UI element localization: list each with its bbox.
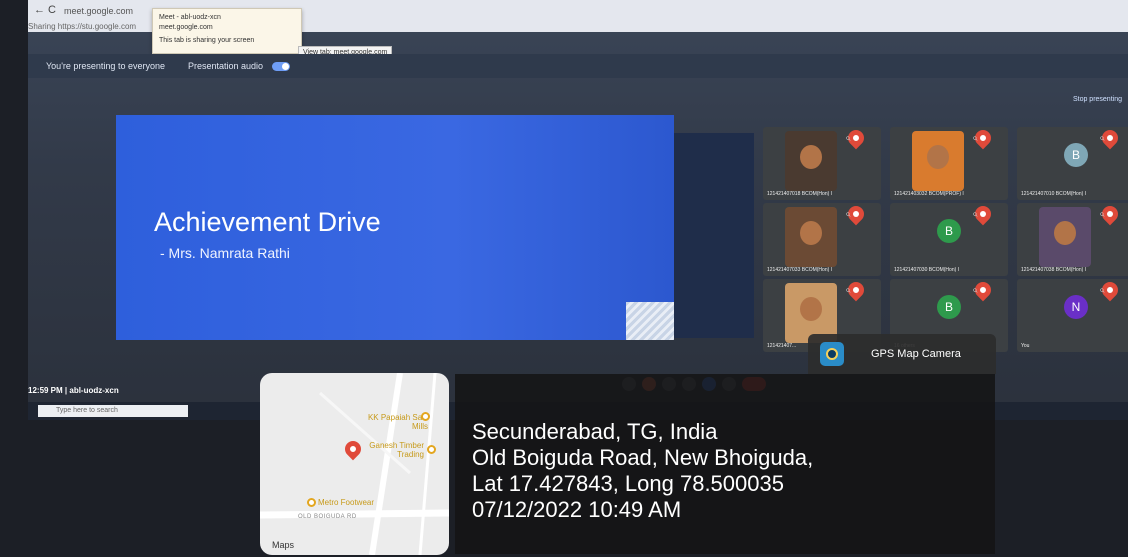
pin-icon[interactable]: ⚲: [1098, 203, 1122, 226]
participant-name: 121421407...: [767, 343, 797, 349]
participant-video: [785, 131, 837, 191]
slide-title: Achievement Drive: [154, 207, 381, 237]
stop-presenting-button[interactable]: Stop presenting: [1073, 96, 1122, 103]
participant-video: [1039, 207, 1091, 267]
poi-marker-icon: [307, 498, 316, 507]
participant-face: [800, 145, 822, 169]
map-roads: [260, 373, 449, 555]
participant-face: [800, 297, 822, 321]
presentation-bar: You're presenting to everyone Presentati…: [28, 54, 1128, 78]
map-road-label: OLD BOIGUDA RD: [298, 514, 357, 520]
slide-subtitle: - Mrs. Namrata Rathi: [160, 245, 290, 261]
location-datetime: 07/12/2022 10:49 AM: [472, 497, 682, 522]
popup-title: Meet - abl-uodz-xcn: [159, 14, 221, 21]
participant-name: 121421407033 BCOM(Hon) I: [767, 267, 833, 273]
pin-icon[interactable]: ⚲: [971, 203, 995, 226]
participant-video: [785, 207, 837, 267]
self-preview-thumbnail: [626, 302, 674, 340]
pin-icon[interactable]: ⚲: [971, 127, 995, 150]
tab-hover-card: Meet - abl-uodz-xcn meet.google.com This…: [152, 8, 302, 54]
participant-name: 121421407010 BCOM(Hon) I: [1021, 191, 1087, 197]
mini-map: KK Papaiah Saw Mills Ganesh Timber Tradi…: [260, 373, 449, 555]
location-coords: Lat 17.427843, Long 78.500035: [472, 471, 784, 496]
map-poi-label: Ganesh Timber Trading: [369, 441, 424, 459]
participant-name: 121421407018 BCOM(Hon) I: [767, 191, 833, 197]
participant-tile[interactable]: ⚲ N You: [1017, 279, 1128, 352]
location-address: Old Boiguda Road, New Bhoiguda,: [472, 445, 814, 470]
poi-marker-icon: [421, 412, 430, 421]
participant-tile[interactable]: ⚲ 121421407033 BCOM(Hon) I: [763, 203, 881, 276]
gps-app-name: GPS Map Camera: [871, 348, 961, 360]
participant-tile[interactable]: ⚲ B 121421407030 BCOM(Hon) I: [890, 203, 1008, 276]
maps-brand: Maps: [272, 540, 295, 550]
pin-icon[interactable]: ⚲: [1098, 127, 1122, 150]
presentation-audio-toggle[interactable]: [272, 62, 290, 71]
participant-name: You: [1021, 343, 1030, 349]
participant-avatar: N: [1064, 295, 1088, 319]
presented-slide: Achievement Drive - Mrs. Namrata Rathi: [116, 115, 674, 340]
participant-avatar: B: [937, 219, 961, 243]
location-info-panel: Secunderabad, TG, India Old Boiguda Road…: [455, 374, 995, 554]
meeting-time-code: 12:59 PM | abl-uodz-xcn: [28, 386, 119, 395]
pin-icon[interactable]: ⚲: [844, 279, 868, 302]
participant-tile[interactable]: ⚲ B 121421407010 BCOM(Hon) I: [1017, 127, 1128, 200]
participant-name: 121421407030 BCOM(Hon) I: [894, 267, 960, 273]
map-poi-label: KK Papaiah Saw Mills: [367, 413, 428, 431]
taskbar-search-input[interactable]: Type here to search: [38, 405, 188, 417]
participant-name: 121421407038 BCOM(Hon) I: [1021, 267, 1087, 273]
participant-tile[interactable]: ⚲ 121421403032 BCOM(PROF) I: [890, 127, 1008, 200]
participant-name: 121421403032 BCOM(PROF) I: [894, 191, 964, 197]
presentation-audio-label: Presentation audio: [188, 61, 264, 71]
slide-margin: [674, 133, 754, 338]
participant-avatar: B: [937, 295, 961, 319]
participant-tile[interactable]: ⚲ 121421407018 BCOM(Hon) I: [763, 127, 881, 200]
back-forward-reload-icon[interactable]: ← C: [34, 4, 56, 16]
participant-face: [800, 221, 822, 245]
pin-icon[interactable]: ⚲: [971, 279, 995, 302]
poi-marker-icon: [427, 445, 436, 454]
participant-face: [1054, 221, 1076, 245]
address-bar[interactable]: meet.google.com: [64, 6, 133, 16]
popup-url: meet.google.com: [159, 24, 213, 31]
participant-tile[interactable]: ⚲ 121421407038 BCOM(Hon) I: [1017, 203, 1128, 276]
gps-camera-icon: [820, 342, 844, 366]
location-city: Secunderabad, TG, India: [472, 419, 718, 444]
pin-icon[interactable]: ⚲: [844, 127, 868, 150]
gps-camera-banner: GPS Map Camera: [808, 334, 996, 374]
sharing-indicator: Sharing https://stu.google.com: [28, 22, 137, 31]
pin-icon[interactable]: ⚲: [844, 203, 868, 226]
participant-video: [912, 131, 964, 191]
popup-note: This tab is sharing your screen: [159, 37, 255, 44]
participant-avatar: B: [1064, 143, 1088, 167]
pin-icon[interactable]: ⚲: [1098, 279, 1122, 302]
map-poi-label: Metro Footwear: [318, 498, 375, 507]
participant-face: [927, 145, 949, 169]
presenting-label: You're presenting to everyone: [46, 61, 165, 71]
